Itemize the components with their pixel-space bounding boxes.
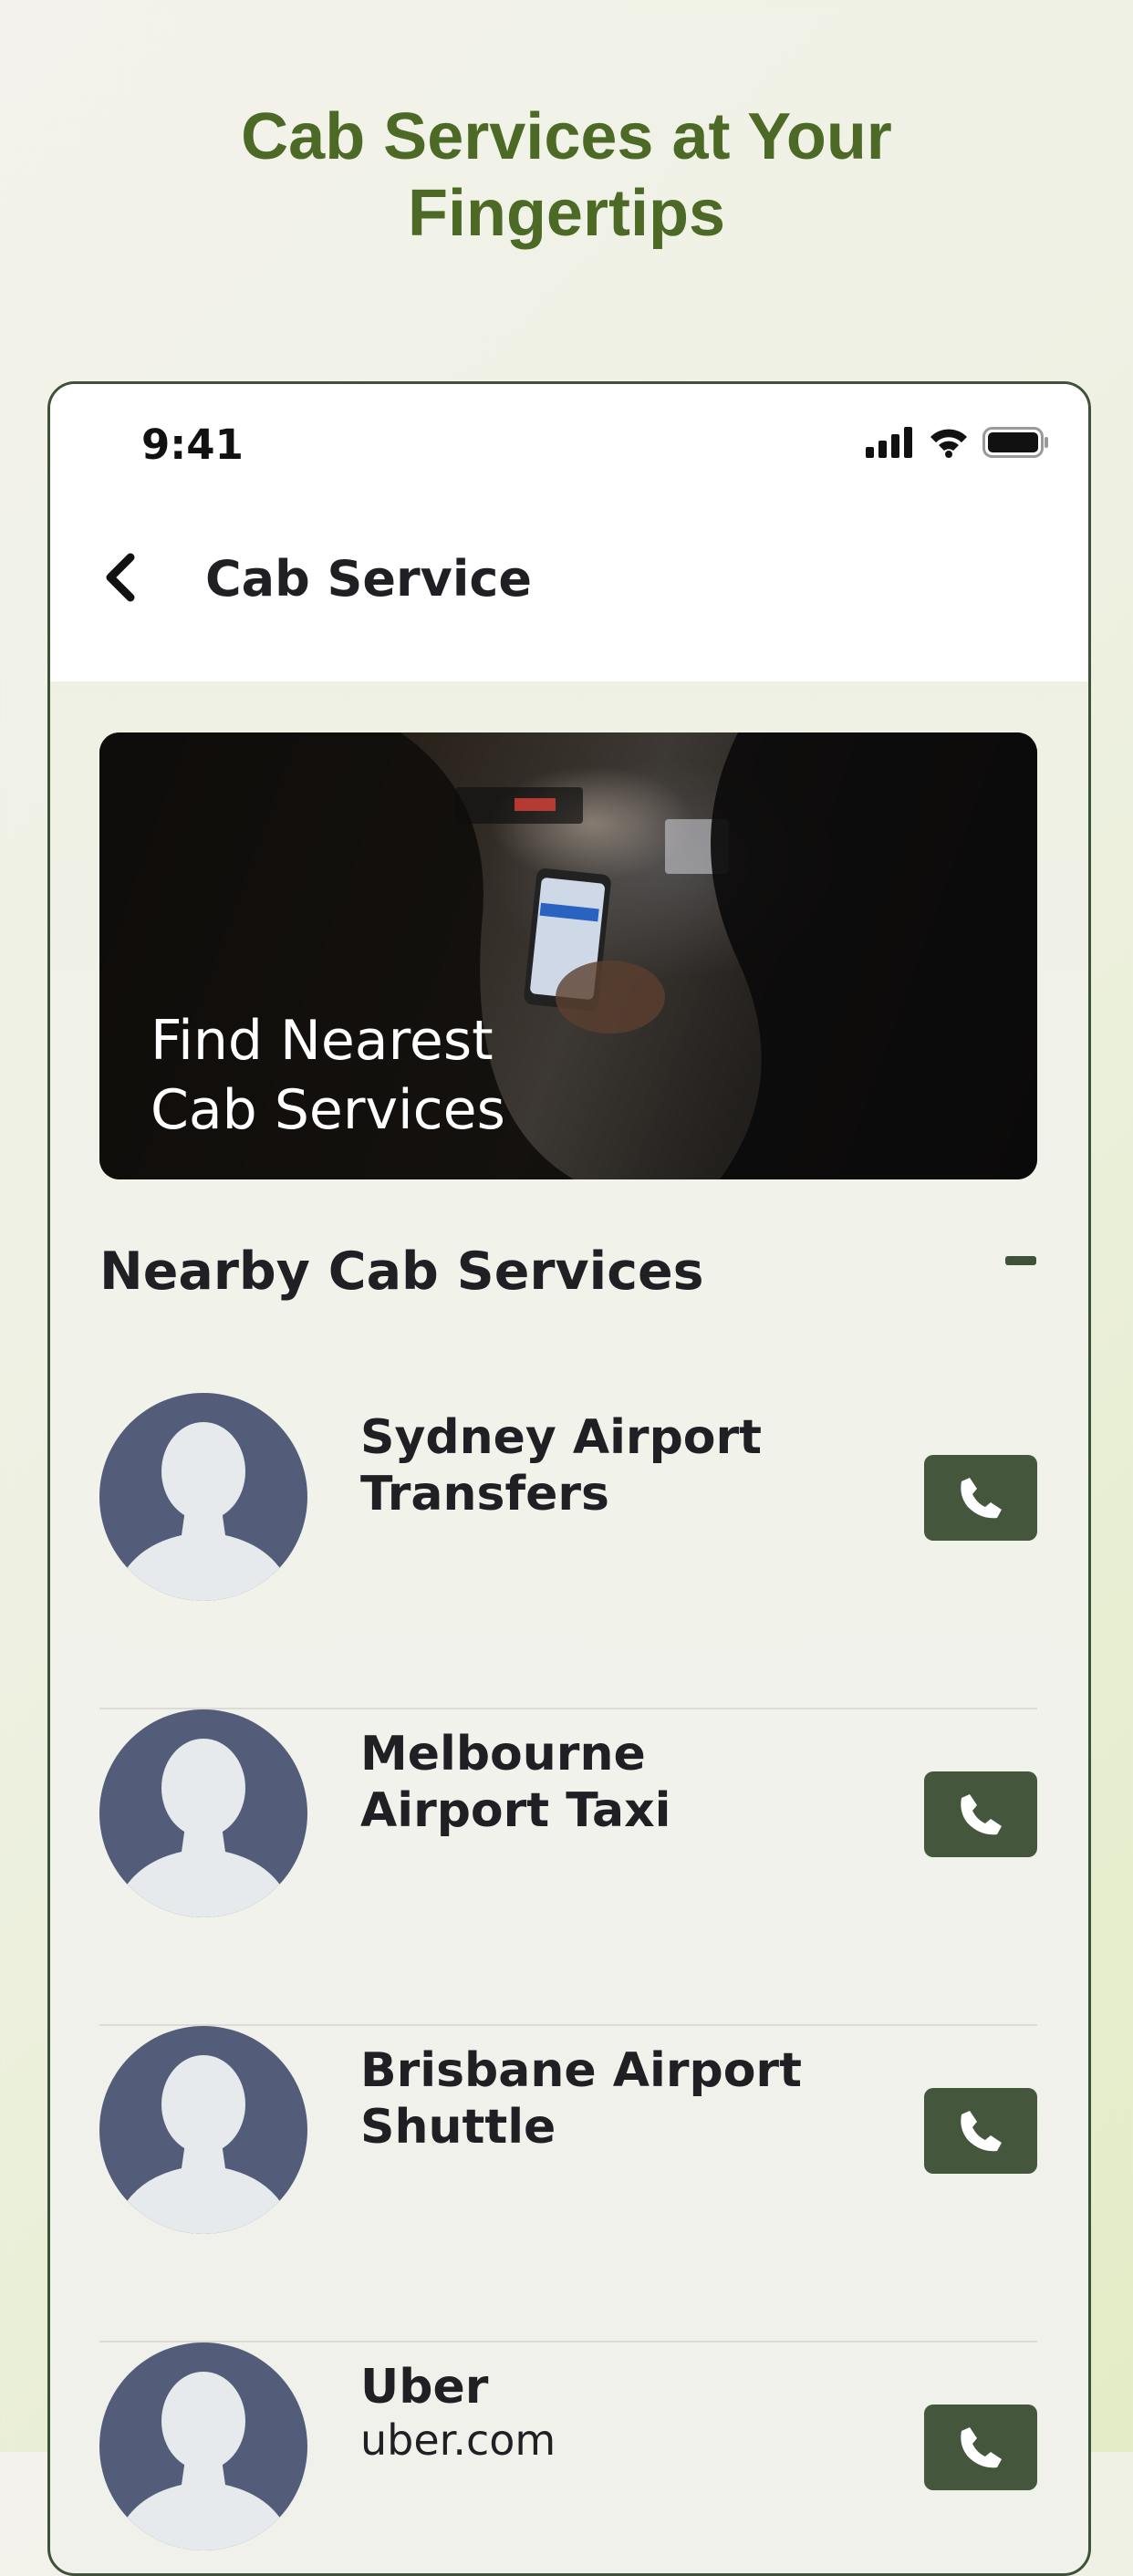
minus-icon[interactable] (1005, 1256, 1036, 1265)
person-silhouette-icon (112, 1422, 295, 1601)
service-name: Sydney Airport Transfers (360, 1410, 763, 1522)
app-header: 9:41 Cab Service (50, 384, 1088, 681)
call-button[interactable] (924, 1455, 1037, 1541)
status-time: 9:41 (141, 421, 244, 469)
person-silhouette-icon (112, 1739, 295, 1917)
phone-icon (961, 2111, 1002, 2152)
hero-banner[interactable]: Find Nearest Cab Services (99, 732, 1037, 1179)
cellular-signal-icon (866, 427, 912, 458)
hero-caption-line-1: Find Nearest (151, 1009, 494, 1073)
promo-title: Cab Services at Your Fingertips (0, 99, 1133, 252)
promo-title-line-2: Fingertips (407, 177, 725, 250)
back-button[interactable] (90, 541, 154, 614)
status-icons (866, 424, 1050, 461)
list-item[interactable]: Brisbane Airport Shuttle (99, 2026, 1037, 2342)
avatar (99, 1709, 307, 1917)
phone-icon (961, 2427, 1002, 2468)
phone-icon (961, 1478, 1002, 1519)
avatar (99, 1393, 307, 1601)
call-button[interactable] (924, 2405, 1037, 2490)
service-name: Melbourne Airport Taxi (360, 1727, 671, 1838)
phone-icon (961, 1794, 1002, 1835)
page-title: Cab Service (205, 550, 533, 608)
service-url[interactable]: uber.com (360, 2415, 835, 2465)
phone-frame: 9:41 Cab Service Find Nearest Cab Servic… (47, 381, 1091, 2576)
person-silhouette-icon (112, 2055, 295, 2234)
call-button[interactable] (924, 2088, 1037, 2174)
chevron-left-icon (106, 553, 135, 602)
section-title: Nearby Cab Services (99, 1241, 704, 1302)
service-name: Brisbane Airport Shuttle (360, 2043, 802, 2155)
hero-caption-line-2: Cab Services (151, 1078, 505, 1142)
list-item[interactable]: Uber uber.com (99, 2342, 1037, 2573)
list-item[interactable]: Sydney Airport Transfers (99, 1393, 1037, 1709)
avatar (99, 2342, 307, 2550)
wifi-icon (930, 429, 967, 458)
service-name: Uber uber.com (360, 2359, 835, 2465)
call-button[interactable] (924, 1771, 1037, 1857)
cab-service-list: Sydney Airport Transfers Melbourne Airpo… (99, 1393, 1037, 2573)
hero-caption: Find Nearest Cab Services (151, 1006, 505, 1145)
battery-icon (982, 427, 1048, 458)
person-silhouette-icon (112, 2372, 295, 2550)
avatar (99, 2026, 307, 2234)
promo-title-line-1: Cab Services at Your (241, 100, 892, 173)
list-item[interactable]: Melbourne Airport Taxi (99, 1709, 1037, 2026)
